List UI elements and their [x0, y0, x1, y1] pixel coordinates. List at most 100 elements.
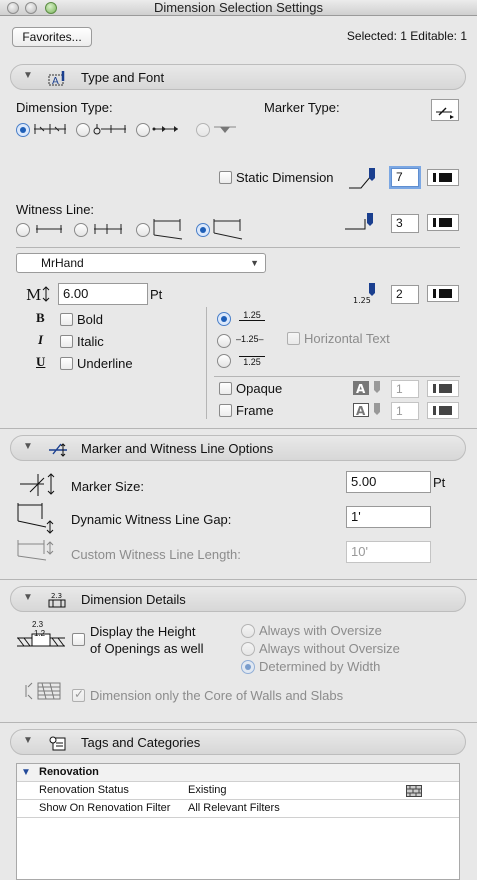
section-tags-categories[interactable]: ▼ Tags and Categories: [10, 729, 466, 755]
determined-by-width-label: Determined by Width: [259, 659, 381, 674]
dimension-type-arrow-radio[interactable]: [136, 123, 150, 137]
underline-icon: U: [36, 354, 46, 369]
svg-text:2.3: 2.3: [51, 592, 62, 600]
section-type-and-font[interactable]: ▼ A Type and Font: [10, 64, 466, 90]
collapse-triangle-icon[interactable]: ▼: [23, 592, 33, 603]
section-title: Marker and Witness Line Options: [81, 441, 274, 456]
renovation-status-icon: [406, 785, 422, 797]
title-bar: Dimension Selection Settings: [0, 0, 477, 16]
witness-pen-field[interactable]: 3: [391, 214, 419, 233]
svg-text:A: A: [356, 382, 366, 396]
marker-size-unit: Pt: [433, 475, 446, 490]
dimension-type-elevation-radio[interactable]: [76, 123, 90, 137]
tree-group-row[interactable]: ▼ Renovation: [17, 764, 459, 782]
display-opening-height-checkbox[interactable]: [72, 633, 85, 646]
witness-line-short-radio[interactable]: [74, 223, 88, 237]
opaque-pen-field[interactable]: 1: [391, 380, 419, 398]
table-row[interactable]: Renovation Status Existing: [17, 782, 459, 800]
font-size-unit: Pt: [150, 287, 163, 302]
svg-text:1.25: 1.25: [353, 296, 371, 305]
frame-pen-field[interactable]: 1: [391, 402, 419, 420]
tags-icon: [49, 736, 66, 751]
close-window-button[interactable]: [7, 2, 19, 14]
always-with-oversize-radio[interactable]: [241, 624, 255, 638]
witness-line-dynamic-radio[interactable]: [136, 223, 150, 237]
table-row[interactable]: Show On Renovation Filter All Relevant F…: [17, 800, 459, 818]
dimension-linear-icon: [34, 124, 66, 134]
dynamic-witness-gap-label: Dynamic Witness Line Gap:: [71, 512, 232, 527]
section-divider: [0, 579, 477, 580]
custom-witness-length-label: Custom Witness Line Length:: [71, 547, 241, 562]
witness-line-custom-radio[interactable]: [196, 223, 210, 237]
favorites-button[interactable]: Favorites...: [12, 27, 92, 47]
dimension-type-linear-radio[interactable]: [16, 123, 30, 137]
font-size-icon: M: [26, 286, 50, 303]
underline-checkbox[interactable]: [60, 357, 73, 370]
witness-dynamic-icon: [153, 219, 183, 240]
marker-type-picker[interactable]: [431, 99, 459, 121]
witness-none-icon: [36, 225, 62, 233]
opaque-checkbox[interactable]: [219, 382, 232, 395]
svg-text:A: A: [356, 404, 366, 418]
font-select-value: MrHand: [41, 256, 84, 270]
core-only-checkbox[interactable]: [72, 687, 85, 702]
opaque-pen-picker[interactable]: [427, 380, 459, 397]
font-select[interactable]: MrHand ▼: [16, 253, 266, 273]
section-marker-witness-options[interactable]: ▼ Marker and Witness Line Options: [10, 435, 466, 461]
text-pen-picker[interactable]: [427, 285, 459, 302]
text-position-above-radio[interactable]: [217, 312, 231, 326]
window-title: Dimension Selection Settings: [153, 0, 324, 15]
witness-pen-picker[interactable]: [427, 214, 459, 231]
core-only-label: Dimension only the Core of Walls and Sla…: [90, 688, 344, 703]
witness-custom-icon: [213, 219, 243, 240]
underline-label: Underline: [77, 356, 133, 371]
property-value: Existing: [188, 784, 227, 796]
always-without-oversize-radio[interactable]: [241, 642, 255, 656]
text-pen-field[interactable]: 2: [391, 285, 419, 304]
text-position-below-radio[interactable]: [217, 354, 231, 368]
section-dimension-details[interactable]: ▼ 2.3 Dimension Details: [10, 586, 466, 612]
static-dimension-label: Static Dimension: [236, 170, 334, 185]
marker-size-label: Marker Size:: [71, 479, 144, 494]
italic-checkbox[interactable]: [60, 335, 73, 348]
property-name: Show On Renovation Filter: [39, 802, 171, 814]
property-name: Renovation Status: [39, 784, 129, 796]
static-dimension-pen-field[interactable]: 7: [391, 168, 419, 187]
collapse-triangle-icon[interactable]: ▼: [23, 735, 33, 746]
dimension-type-level-radio[interactable]: [196, 123, 210, 137]
opaque-label: Opaque: [236, 381, 283, 396]
section-title: Dimension Details: [81, 592, 186, 607]
custom-witness-length-field[interactable]: 10': [346, 541, 431, 563]
opening-height-icon: 2.3 1.2: [16, 620, 66, 654]
zoom-window-button[interactable]: [45, 2, 57, 14]
witness-short-icon: [94, 224, 122, 234]
dynamic-witness-gap-field[interactable]: 1': [346, 506, 431, 528]
wall-core-icon: [25, 682, 61, 700]
italic-icon: I: [38, 332, 44, 347]
section-title: Tags and Categories: [81, 735, 201, 750]
determined-by-width-radio[interactable]: [241, 660, 255, 674]
divider: [16, 247, 460, 248]
marker-size-field[interactable]: 5.00: [346, 471, 431, 493]
static-dimension-checkbox[interactable]: [219, 171, 232, 184]
witness-line-none-radio[interactable]: [16, 223, 30, 237]
collapse-triangle-icon[interactable]: ▼: [23, 441, 33, 452]
collapse-triangle-icon[interactable]: ▼: [23, 70, 33, 81]
custom-witness-length-icon: [17, 540, 54, 561]
text-position-inline-radio[interactable]: [217, 334, 231, 348]
static-dimension-pen-picker[interactable]: [427, 169, 459, 186]
text-inline-sample: –1.25–: [236, 334, 264, 344]
level-marker-icon: [214, 126, 236, 133]
frame-label: Frame: [236, 403, 274, 418]
section-divider: [0, 428, 477, 429]
frame-pen-picker[interactable]: [427, 402, 459, 419]
frame-checkbox[interactable]: [219, 404, 232, 417]
marker-witness-icon: [49, 443, 67, 457]
bold-checkbox[interactable]: [60, 313, 73, 326]
disclosure-triangle-icon[interactable]: ▼: [21, 764, 31, 781]
type-font-icon: A: [48, 71, 65, 87]
font-size-field[interactable]: 6.00: [58, 283, 148, 305]
section-title: Type and Font: [81, 70, 165, 85]
horizontal-text-checkbox[interactable]: [287, 332, 300, 345]
minimize-window-button[interactable]: [25, 2, 37, 14]
